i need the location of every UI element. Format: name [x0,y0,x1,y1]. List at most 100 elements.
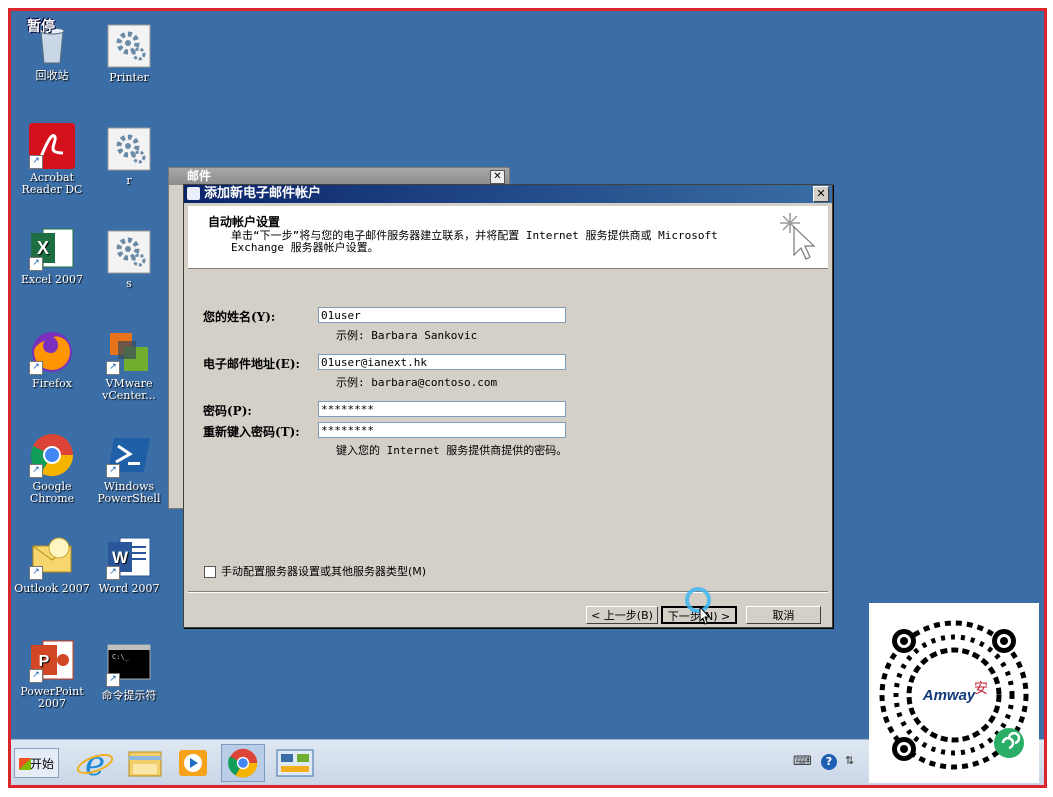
desktop-icon-label: VMware vCenter... [102,377,156,402]
shortcut-arrow-icon: ↗ [106,566,120,580]
powershell-icon: ↗ [106,432,152,478]
desktop-icon-firefox[interactable]: ↗ Firefox [13,329,91,390]
shortcut-arrow-icon: ↗ [106,361,120,375]
firefox-icon: ↗ [29,329,75,375]
settings-gear-icon [106,126,152,172]
dialog-titlebar[interactable]: 添加新电子邮件帐户 ✕ [184,185,832,203]
desktop-icon-label: Google Chrome [29,480,75,505]
password-label: 密码(P): [203,404,252,418]
desktop-icon-word[interactable]: W ↗ Word 2007 [90,534,168,595]
desktop-icon-label: Firefox [32,377,72,390]
desktop-icon-vmware[interactable]: ↗ VMware vCenter... [90,329,168,402]
desktop-icon-label: Acrobat Reader DC [21,171,83,196]
svg-text:W: W [112,548,129,567]
desktop-icon-acrobat[interactable]: ↗ Acrobat Reader DC [13,123,91,196]
retype-password-label: 重新键入密码(T): [203,425,300,439]
shortcut-arrow-icon: ↗ [29,155,43,169]
desktop-icon-label: 命令提示符 [101,689,157,702]
mouse-pointer-icon [696,605,712,631]
name-label: 您的姓名(Y): [203,310,276,324]
shortcut-arrow-icon: ↗ [29,669,43,683]
desktop-icon-printer[interactable]: Printer [90,23,168,84]
manual-config-label: 手动配置服务器设置或其他服务器类型(M) [221,565,427,578]
svg-text:e: e [85,744,105,782]
screen-frame: 暂停 回收站 ↗ Acrobat Reader DC X ↗ Excel 200… [8,8,1047,788]
desktop-icon-s[interactable]: s [90,229,168,290]
desktop-icon-powerpoint[interactable]: P ↗ PowerPoint 2007 [13,637,91,710]
password-hint: 键入您的 Internet 服务提供商提供的密码。 [336,444,568,457]
svg-text:C:\_: C:\_ [112,653,130,661]
start-button[interactable]: 开始 [14,748,59,778]
svg-text:P: P [39,653,50,670]
taskbar-media-player[interactable] [171,744,215,782]
password-field[interactable]: ******** [318,401,566,417]
chrome-icon: ↗ [29,432,75,478]
outlook-icon: ↗ [29,534,75,580]
settings-gear-icon [106,23,152,69]
name-field[interactable]: 01user [318,307,566,323]
desktop-icon-label: Excel 2007 [21,273,83,286]
ie-icon: e [76,744,114,784]
desktop-icon-powershell[interactable]: ↗ Windows PowerShell [90,432,168,505]
keyboard-icon[interactable]: ⌨ [793,754,812,769]
shortcut-arrow-icon: ↗ [106,464,120,478]
desktop-icon-r[interactable]: r [90,126,168,187]
desktop-icon-label: s [126,277,132,290]
shortcut-arrow-icon: ↗ [29,361,43,375]
word-icon: W ↗ [106,534,152,580]
email-hint: 示例: barbara@contoso.com [336,376,498,389]
taskbar-chrome[interactable] [221,744,265,782]
taskbar-control-panel[interactable] [273,744,317,782]
desktop-icon-label: Outlook 2007 [14,582,90,595]
retype-password-field[interactable]: ******** [318,422,566,438]
settings-gear-icon [106,229,152,275]
pause-overlay-text: 暂停 [27,19,55,35]
email-label: 电子邮件地址(E): [203,357,300,371]
desktop-icon-cmd[interactable]: C:\_ ↗ 命令提示符 [90,641,168,702]
taskbar-ie[interactable]: e [73,744,117,784]
back-button[interactable]: < 上一步(B) [586,606,658,624]
add-email-account-dialog: 添加新电子邮件帐户 ✕ 自动帐户设置 单击“下一步”将与您的电子邮件服务器建立联… [183,184,833,628]
cmd-icon: C:\_ ↗ [106,641,152,687]
shortcut-arrow-icon: ↗ [29,257,43,271]
qr-code-overlay: Amway 安 [869,603,1039,783]
shortcut-arrow-icon: ↗ [29,566,43,580]
control-panel-icon [276,749,314,777]
desktop-icon-chrome[interactable]: ↗ Google Chrome [13,432,91,505]
desktop-icon-label: Word 2007 [98,582,160,595]
excel-icon: X ↗ [29,225,75,271]
mail-window-titlebar[interactable]: 邮件 ✕ [169,168,509,185]
dialog-title: 添加新电子邮件帐户 [204,186,322,201]
recycle-bin-icon: 暂停 [27,19,75,67]
shortcut-arrow-icon: ↗ [29,464,43,478]
close-icon[interactable]: ✕ [490,170,505,184]
button-separator [188,591,828,593]
desktop-icon-outlook[interactable]: ↗ Outlook 2007 [13,534,91,595]
checkbox-box[interactable] [204,566,216,578]
cursor-sparkle-icon [778,211,818,261]
desktop-icon-excel[interactable]: X ↗ Excel 2007 [13,225,91,286]
mail-app-icon [187,187,200,200]
svg-text:Amway: Amway [922,687,976,704]
desktop-icon-recycle-bin[interactable]: 暂停 回收站 [13,19,91,82]
cancel-button[interactable]: 取消 [746,606,821,624]
desktop-icon-label: r [126,174,132,187]
network-icon[interactable]: ⇅ [845,754,854,767]
media-player-icon [179,750,207,776]
email-field[interactable]: 01user@ianext.hk [318,354,566,370]
mail-window-title: 邮件 [187,169,212,183]
manual-config-checkbox[interactable]: 手动配置服务器设置或其他服务器类型(M) [204,563,426,579]
dialog-header: 自动帐户设置 单击“下一步”将与您的电子邮件服务器建立联系，并将配置 Inter… [188,206,828,269]
header-description: 单击“下一步”将与您的电子邮件服务器建立联系，并将配置 Internet 服务提… [231,229,718,254]
amway-qr-code-icon: Amway 安 [879,620,1029,770]
svg-text:X: X [37,238,49,258]
desktop-icon-label: PowerPoint 2007 [20,685,84,710]
help-icon[interactable]: ? [821,754,837,770]
windows-logo-icon [19,758,31,770]
taskbar-explorer[interactable] [123,744,167,782]
powerpoint-icon: P ↗ [29,637,75,683]
svg-text:安: 安 [974,681,988,697]
close-icon[interactable]: ✕ [813,186,829,202]
shortcut-arrow-icon: ↗ [106,673,120,687]
name-hint: 示例: Barbara Sankovic [336,329,478,342]
